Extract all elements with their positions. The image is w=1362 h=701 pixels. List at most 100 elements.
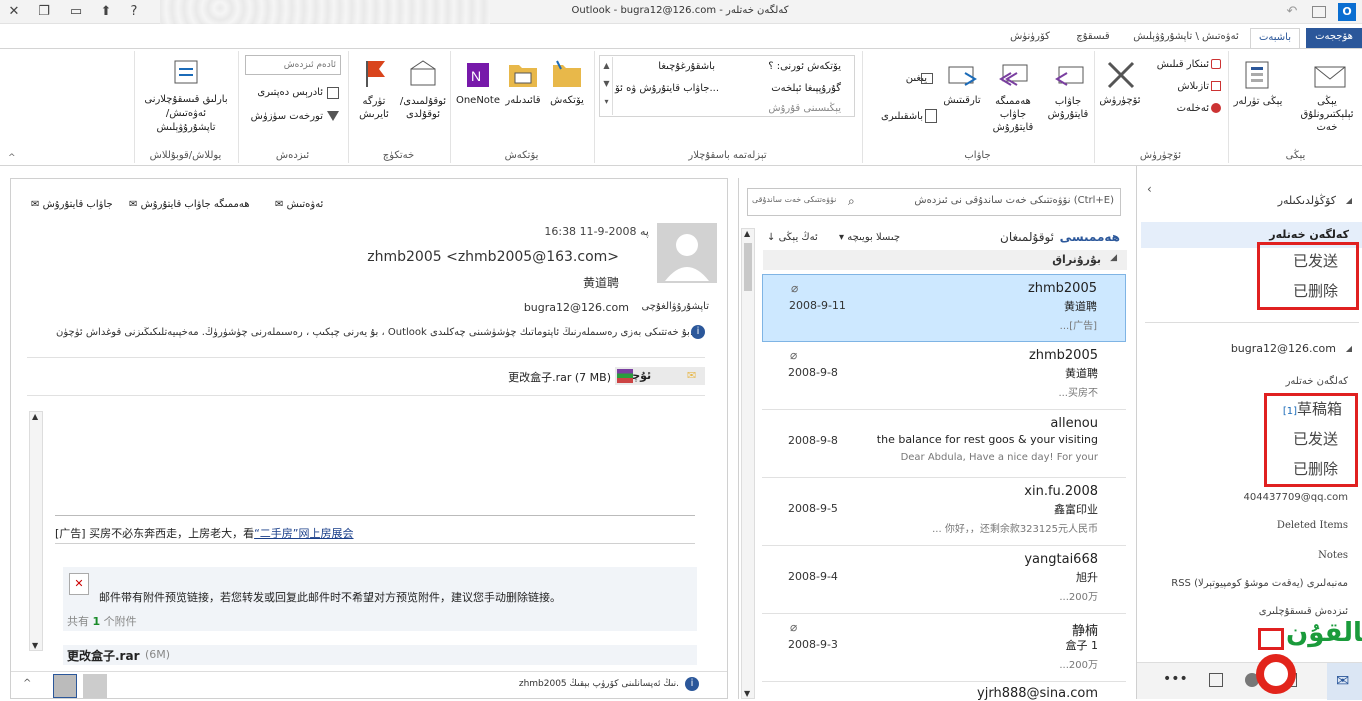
message-row-3[interactable]: allenou the balance for rest goos & your… (762, 410, 1126, 478)
more-modules-icon[interactable]: ••• (1163, 671, 1188, 687)
tasks-icon[interactable] (1209, 673, 1223, 687)
junk-button[interactable]: ئەخلەت (1149, 103, 1209, 114)
message-row-6[interactable]: ⌀ 静楠 盒子 1 2008-9-3 ...200万 (762, 614, 1126, 682)
people-pane-toggle-icon[interactable]: ^ (23, 678, 31, 689)
nav-search-folders[interactable]: ئىزدەش قىسقۇچلىرى (1259, 606, 1348, 617)
tab-file[interactable]: ھۆججەت (1306, 28, 1362, 48)
group-header[interactable]: بۇرۇنراق ◢ (763, 250, 1127, 270)
followup-button[interactable]: تۈرگە ئايرىش (349, 95, 399, 121)
filter-all[interactable]: ھەممىسى (1060, 230, 1120, 244)
file-row[interactable]: 更改盒子.rar (6M) (63, 645, 697, 665)
new-items-button[interactable]: يېڭى تۈرلەر (1229, 95, 1287, 108)
nav-account[interactable]: bugra12@126.com (1231, 342, 1336, 355)
scroll-up-icon[interactable]: ▲ (32, 412, 38, 421)
quickstep-team-email[interactable]: گۇرۇپپىغا ئېلخەت (729, 83, 841, 94)
ad-link[interactable]: “二手房”网上房展会 (254, 527, 353, 540)
new-email-button[interactable]: يېڭى ئېلېكتىرونلۇق خەت (1291, 95, 1362, 134)
delete-button[interactable]: ئۆچۈرۈش (1095, 95, 1145, 106)
message-row-4[interactable]: xin.fu.2008 鑫富印业 2008-9-5 ... 你好，，还剩余款32… (762, 478, 1126, 546)
nav-deleted-items[interactable]: Deleted Items (1277, 520, 1348, 531)
tab-home[interactable]: باشبەت (1250, 28, 1300, 48)
attachment-item[interactable]: 更改盒子.rar (7 MB) (431, 369, 611, 385)
message-row-7[interactable]: yjrh888@sina.com (762, 682, 1126, 701)
search-scope[interactable]: نۆۋەتتىكى خەت ساندۇقى (752, 195, 836, 204)
reply-all-button[interactable]: ھەممىگە جاۋاب قايتۇرۇش (983, 95, 1043, 134)
logo-inner-circle (1264, 662, 1288, 686)
message-row-2[interactable]: ⌀ zhmb2005 黄道聘 2008-9-8 ...买房不 (762, 342, 1126, 410)
collapse-ribbon-icon[interactable]: ^ (8, 153, 16, 163)
send-receive-all-button[interactable]: بارلىق قىسقۇچلارنى ئەۋەتىش/تاپشۇرۇۋېلىش (137, 93, 235, 135)
to-address[interactable]: bugra12@126.com (491, 301, 629, 314)
message-row-5[interactable]: yangtai668 旭升 2008-9-4 ...200万 (762, 546, 1126, 614)
reading-forward-button[interactable]: ✉ ئەۋەتىش (275, 199, 323, 210)
filter-unread[interactable]: ئوقۇلمىغان (1000, 230, 1054, 244)
reading-reply-all-button[interactable]: ✉ ھەممىگە جاۋاب قايتۇرۇش (129, 199, 250, 210)
message-date: پە 2008-9-11 16:38 (544, 225, 649, 238)
account-collapse-icon[interactable]: ◢ (1346, 344, 1352, 353)
quickstep-to-manager[interactable]: باشقۇرغۇچىغا (615, 61, 715, 72)
nav-rss[interactable]: RSS مەنبەلىرى (يەقەت موشۇ كومپيوتېرلا) (1171, 578, 1348, 589)
quickstep-reply-delete[interactable]: جاۋاب قايتۇرۇش ۋە ئۆ... (615, 83, 719, 94)
filter-email-button[interactable]: تورخەت سۈزۈش (245, 111, 323, 122)
quickstep-create-new[interactable]: يېڭىسىنى قۇرۇش (729, 103, 841, 114)
nav-notes[interactable]: Notes (1318, 550, 1348, 561)
restore-icon[interactable]: ❐ (34, 3, 54, 21)
message-row-1[interactable]: ⌀ zhmb2005 黄道聘 2008-9-11 ...[广告] (762, 274, 1126, 342)
close-icon[interactable]: ✕ (4, 3, 24, 21)
info-icon: i (691, 325, 705, 339)
picture-blocked-info[interactable]: بۇ يەرنى چېكىپ ، رەسىملەرنى چۈشۈرۈڭ. مەخ… (27, 327, 693, 338)
quickstep-move-to[interactable]: يۆتكەش ئورنى: ؟ (729, 61, 841, 72)
sort-order-label: ئەڭ يېڭى (778, 232, 818, 243)
ignore-button[interactable]: ئىنكار قىلىش (1149, 59, 1209, 70)
move-button[interactable]: يۆتكەش (547, 95, 587, 106)
people-avatar-1[interactable] (53, 674, 77, 698)
tab-view[interactable]: كۆرۈنۈش (1000, 28, 1060, 48)
cleanup-button[interactable]: تازىلاش (1149, 81, 1209, 92)
reading-reply-button[interactable]: ✉ جاۋاب قايتۇرۇش (31, 199, 113, 210)
unread-read-button[interactable]: ئوقۇلمىدى/ ئوقۇلدى (397, 95, 449, 121)
search-input[interactable]: نۆۋەتتىكى خەت ساندۇقى نى ئىزدەش (Ctrl+E) (914, 195, 1114, 206)
sort-order-toggle[interactable]: ↓ ئەڭ يېڭى (767, 232, 818, 243)
more-respond-button[interactable]: باشقىلىرى (869, 111, 923, 122)
tab-folder[interactable]: قىسقۇچ (1064, 28, 1122, 48)
reply-button[interactable]: جاۋاب قايتۇرۇش (1043, 95, 1093, 121)
reply-all-icon (999, 64, 1028, 86)
send-receive-small-icon[interactable] (1312, 6, 1326, 18)
file-name[interactable]: 更改盒子.rar (67, 647, 140, 664)
search-box[interactable]: نۆۋەتتىكى خەت ساندۇقى ⌕ نۆۋەتتىكى خەت سا… (747, 188, 1121, 216)
help-icon[interactable]: ? (124, 3, 144, 21)
quick-access-icon[interactable]: ▭ (66, 3, 86, 21)
row-subject: 鑫富印业 (1054, 503, 1098, 516)
favorites-collapse-icon[interactable]: ◢ (1346, 196, 1352, 205)
list-scrollbar[interactable]: ▲ ▼ (741, 228, 755, 699)
ribbon-display-icon[interactable]: ⬆ (96, 3, 116, 21)
attachment-divider (27, 395, 705, 396)
scroll-down-icon[interactable]: ▼ (32, 641, 38, 650)
undo-icon[interactable]: ↶ (1282, 3, 1302, 21)
list-scroll-down-icon[interactable]: ▼ (744, 689, 750, 698)
people-avatar-2[interactable] (83, 674, 107, 698)
favorites-header[interactable]: كۆڭۈلدىكىلەر (1278, 194, 1336, 207)
address-book-button[interactable]: ئادرېس دەپتىرى (245, 87, 323, 98)
search-icon[interactable]: ⌕ (848, 194, 855, 209)
list-scroll-up-icon[interactable]: ▲ (744, 229, 750, 238)
collapse-pane-icon[interactable]: ‹ (1147, 182, 1152, 196)
sort-by-dropdown[interactable]: ▾ چىسلا بويىچە (839, 232, 900, 243)
count-suffix: 个附件 (103, 615, 137, 628)
nav-inbox[interactable]: كەلگەن خەتلەر (1286, 376, 1348, 387)
message-from[interactable]: zhmb2005 <zhmb2005@163.com> (311, 249, 619, 265)
ad-divider (55, 543, 695, 544)
outlook-app-icon: O (1338, 3, 1356, 21)
quick-steps-scroll[interactable]: ▲ ▼ ▾ (601, 57, 613, 115)
list-scroll-thumb[interactable] (744, 243, 752, 291)
nav-qq-account[interactable]: 404437709@qq.com (1244, 492, 1349, 503)
row-sender: zhmb2005 (1027, 281, 1097, 296)
rules-button[interactable]: قائىدىلەر (501, 95, 545, 106)
forward-button[interactable]: تارقىتىش (937, 95, 987, 106)
group-collapse-icon[interactable]: ◢ (1110, 253, 1117, 263)
search-people-input[interactable] (245, 55, 341, 75)
tab-send-receive[interactable]: ئەۋەتىش \ تاپشۇرۇۋېلىش (1128, 28, 1244, 48)
body-scrollbar[interactable]: ▲ ▼ (29, 411, 43, 651)
row-sender: yangtai668 (1024, 552, 1098, 567)
onenote-button[interactable]: OneNote (453, 95, 503, 106)
